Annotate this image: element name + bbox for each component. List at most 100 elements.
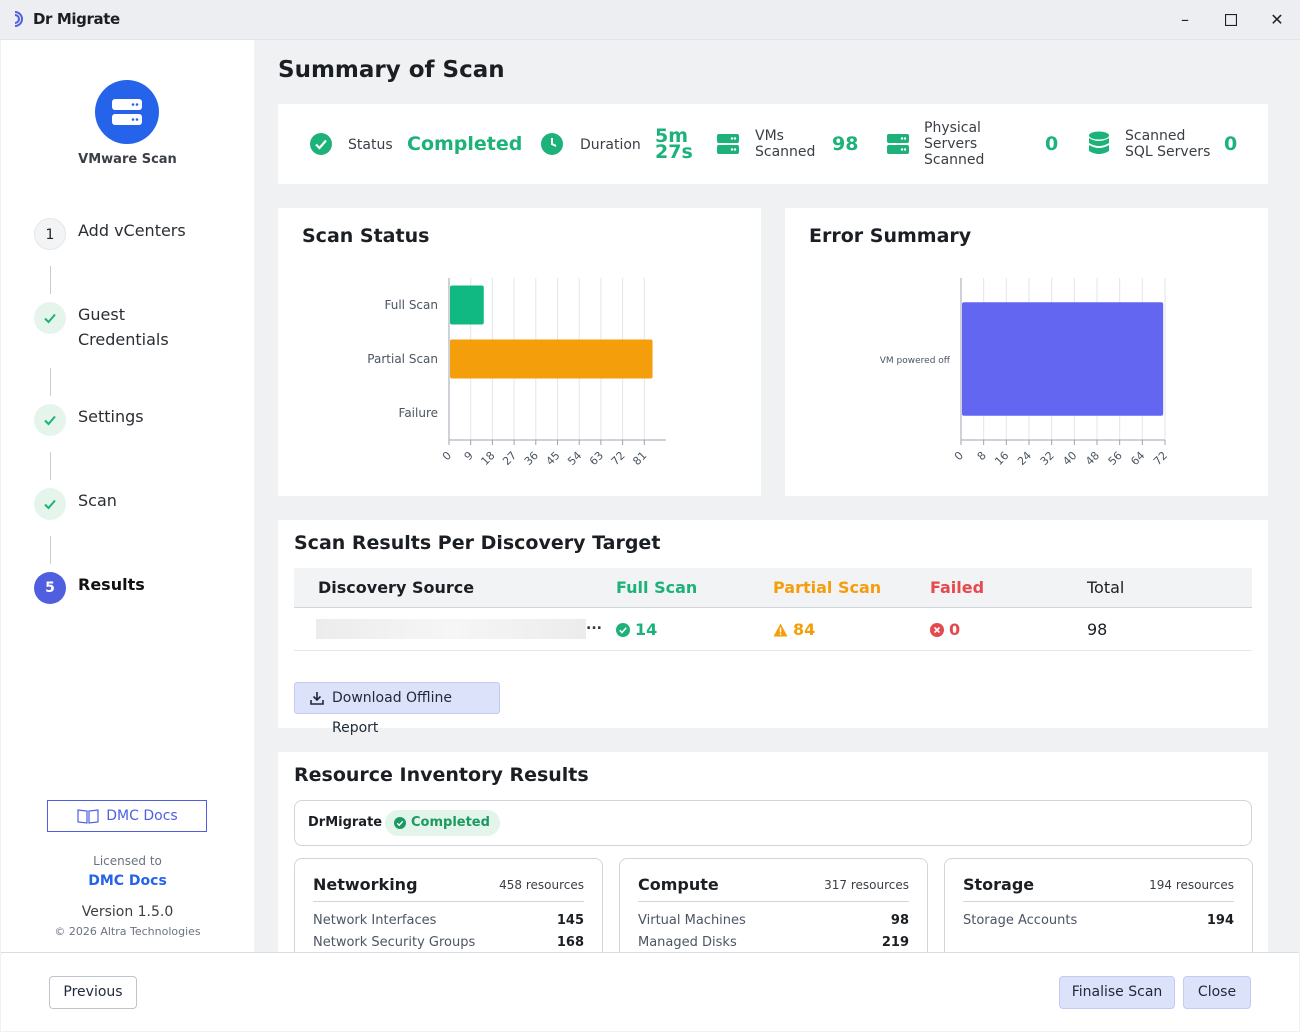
inventory-source-header: DrMigrate Completed xyxy=(294,800,1252,846)
duration-label: Duration xyxy=(580,137,641,153)
resource-group-title: Networking xyxy=(313,875,418,894)
status-badge: Completed xyxy=(385,810,500,836)
maximize-button[interactable] xyxy=(1218,8,1244,32)
previous-button[interactable]: Previous xyxy=(49,976,137,1009)
step-guest-credentials[interactable]: Guest Credentials xyxy=(78,302,208,352)
resource-value: 168 xyxy=(556,935,584,950)
download-label: Download Offline Report xyxy=(332,690,452,736)
copyright-label: © 2026 Altra Technologies xyxy=(54,925,201,938)
x-tick-label: 16 xyxy=(992,449,1011,468)
step-connector xyxy=(50,368,51,396)
dmc-docs-button[interactable]: DMC Docs xyxy=(47,800,207,832)
x-tick-label: 56 xyxy=(1106,449,1125,468)
scan-results-title: Scan Results Per Discovery Target xyxy=(294,532,661,554)
app-title: Dr Migrate xyxy=(33,10,120,28)
x-tick-label: 54 xyxy=(565,449,584,468)
y-category-label: Partial Scan xyxy=(367,352,438,366)
storage-resource-card: Storage 194 resources Storage Accounts 1… xyxy=(944,858,1253,952)
x-tick-label: 27 xyxy=(500,449,519,468)
step-complete-check-icon xyxy=(34,488,66,520)
step-scan[interactable]: Scan xyxy=(78,488,117,513)
success-check-icon xyxy=(616,623,630,637)
sql-label-1: Scanned xyxy=(1125,128,1186,144)
resource-name: Network Security Groups xyxy=(313,935,476,950)
resource-value: 145 xyxy=(556,913,584,928)
drmigrate-logo-icon xyxy=(14,11,23,27)
results-table-header: Discovery Source Full Scan Partial Scan … xyxy=(294,568,1252,608)
resource-inventory-card: Resource Inventory Results DrMigrate Com… xyxy=(278,752,1268,952)
resource-group-count: 458 resources xyxy=(499,878,584,892)
header-failed: Failed xyxy=(930,578,985,597)
step-connector xyxy=(50,266,51,294)
bar-partial-scan xyxy=(450,339,653,379)
resource-inventory-title: Resource Inventory Results xyxy=(294,764,589,786)
x-tick-label: 72 xyxy=(609,449,628,468)
step-complete-check-icon xyxy=(34,302,66,334)
vms-label-1: VMs xyxy=(755,128,784,144)
redacted-source-name xyxy=(316,619,586,639)
x-tick-label: 40 xyxy=(1060,449,1079,468)
scan-results-card: Scan Results Per Discovery Target Discov… xyxy=(278,520,1268,736)
header-discovery-source: Discovery Source xyxy=(318,578,475,597)
vmware-scan-icon xyxy=(95,80,159,144)
x-tick-label: 45 xyxy=(544,449,563,468)
header-full-scan: Full Scan xyxy=(616,578,698,597)
header-total: Total xyxy=(1087,578,1125,597)
resource-group-count: 317 resources xyxy=(824,878,909,892)
warning-icon xyxy=(773,623,788,637)
x-tick-label: 36 xyxy=(522,449,541,468)
resource-value: 194 xyxy=(1206,913,1234,928)
dmc-docs-label: DMC Docs xyxy=(106,808,178,824)
list-item: Storage Accounts 194 xyxy=(963,913,1234,935)
resource-name: Storage Accounts xyxy=(963,913,1078,928)
x-tick-label: 81 xyxy=(630,449,649,468)
download-offline-report-button[interactable]: Download Offline Report xyxy=(294,682,500,736)
total-count: 98 xyxy=(1087,620,1108,639)
step-settings[interactable]: Settings xyxy=(78,404,144,429)
clock-icon xyxy=(541,133,563,155)
x-tick-label: 9 xyxy=(462,449,476,463)
step-add-vcenters[interactable]: Add vCenters xyxy=(78,218,186,243)
close-button[interactable]: Close xyxy=(1183,976,1251,1009)
partial-scan-count: 84 xyxy=(793,620,816,639)
step-results[interactable]: Results xyxy=(78,572,145,597)
minimize-button[interactable]: – xyxy=(1172,8,1198,32)
licensed-to-link[interactable]: DMC Docs xyxy=(1,873,254,889)
status-badge-label: Completed xyxy=(411,815,490,830)
status-value: Completed xyxy=(407,133,523,155)
resource-name: Network Interfaces xyxy=(313,913,437,928)
x-tick-label: 0 xyxy=(952,449,966,463)
list-item: Managed Disks 219 xyxy=(638,935,909,952)
summary-stats-card: Status Completed Duration 5m 27s VMs Sca… xyxy=(278,104,1268,184)
sql-label-2: SQL Servers xyxy=(1125,144,1211,160)
y-category-label: Full Scan xyxy=(384,298,438,312)
book-icon xyxy=(77,809,99,824)
download-icon xyxy=(310,692,324,705)
table-row[interactable]: ... 14 84 0 98 xyxy=(294,609,1252,651)
error-summary-chart: 0 8 16 24 32 40 48 56 64 72 VM powered off xyxy=(880,278,1170,468)
step-connector xyxy=(50,536,51,564)
resource-name: Virtual Machines xyxy=(638,913,746,928)
physical-label-1: Physical xyxy=(924,120,981,136)
list-item: Network Interfaces 145 xyxy=(313,913,584,935)
failed-count: 0 xyxy=(949,620,961,639)
resource-value: 219 xyxy=(881,935,909,950)
divider xyxy=(313,901,584,902)
vertical-scrollbar[interactable] xyxy=(1293,40,1299,952)
resource-group-count: 194 resources xyxy=(1149,878,1234,892)
scan-type-label: VMware Scan xyxy=(78,152,177,167)
header-partial-scan: Partial Scan xyxy=(773,578,882,597)
server-icon xyxy=(717,134,739,154)
status-check-icon xyxy=(310,133,332,155)
status-label: Status xyxy=(348,137,393,153)
inventory-source-name: DrMigrate xyxy=(308,815,383,830)
divider xyxy=(638,901,909,902)
x-tick-label: 48 xyxy=(1083,449,1102,468)
physical-label-3: Scanned xyxy=(924,152,985,168)
networking-resource-card: Networking 458 resources Network Interfa… xyxy=(294,858,603,952)
close-window-button[interactable]: ✕ xyxy=(1264,8,1290,32)
sql-servers-value: 0 xyxy=(1224,133,1238,155)
compute-resource-card: Compute 317 resources Virtual Machines 9… xyxy=(619,858,928,952)
finalise-scan-button[interactable]: Finalise Scan xyxy=(1059,976,1175,1009)
resource-value: 98 xyxy=(890,913,909,928)
